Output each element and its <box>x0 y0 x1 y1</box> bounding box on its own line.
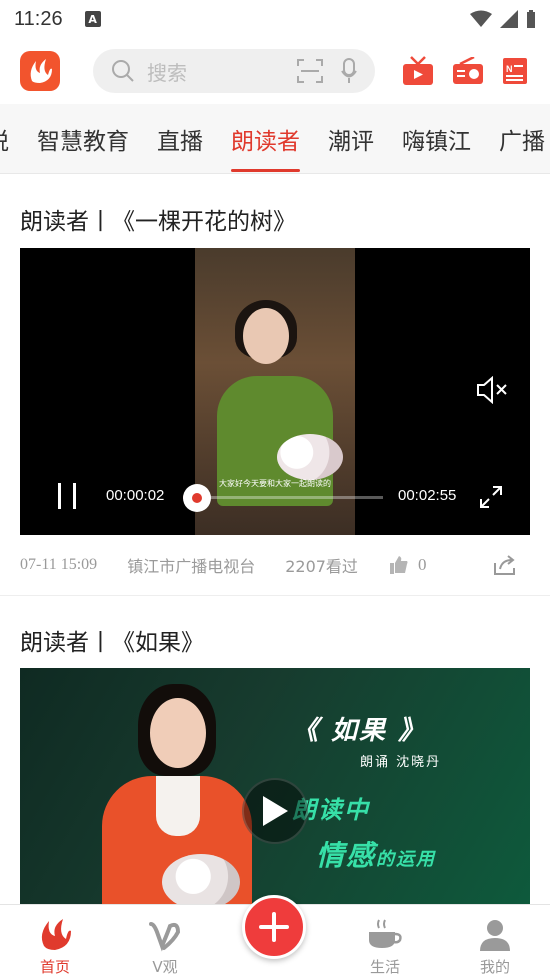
seek-handle[interactable] <box>183 484 211 512</box>
tab-live[interactable]: 直播 <box>157 104 203 173</box>
nav-home-label: 首页 <box>39 958 70 976</box>
notification-icon: A <box>84 11 101 27</box>
user-icon <box>480 920 510 951</box>
coffee-cup-icon <box>369 919 402 948</box>
presenter-collar <box>156 776 200 836</box>
article-meta: 07-11 15:09 镇江市广播电视台 2207看过 0 <box>20 553 530 577</box>
presenter-head <box>243 308 289 364</box>
search-icon <box>112 60 134 82</box>
pause-button[interactable] <box>56 483 78 509</box>
bottom-nav: 首页 V观 生活 我的 <box>0 895 550 979</box>
video-player[interactable]: 大家好今天要和大家一起朗读的 00:00:02 00:02:55 <box>20 248 530 535</box>
status-time: 11:26 <box>14 7 63 30</box>
app-logo[interactable] <box>20 51 60 91</box>
view-count: 2207看过 <box>285 557 358 576</box>
battery-icon <box>527 10 535 28</box>
nav-mine[interactable]: 我的 <box>440 905 550 979</box>
tab-broadcast[interactable]: 广播 <box>499 104 545 173</box>
cover-title: 《 如果 》 <box>292 716 427 746</box>
article-divider <box>0 595 550 596</box>
channel-tab-track: 悦 智慧教育 直播 朗读者 潮评 嗨镇江 广播 <box>0 104 550 173</box>
app-header: 搜索 N <box>0 46 550 96</box>
add-post-button[interactable] <box>242 895 306 959</box>
play-button[interactable] <box>242 778 308 844</box>
video-cover[interactable]: 《 如果 》 朗诵 沈晓丹 朗读中 情感的运用 <box>20 668 530 908</box>
cover-headline-2-small: 的运用 <box>376 849 437 870</box>
nav-life-label: 生活 <box>369 958 400 976</box>
nav-vguan-label: V观 <box>152 958 178 976</box>
thumbs-up-icon <box>389 556 408 574</box>
publish-date: 07-11 15:09 <box>20 556 98 573</box>
flowers <box>277 434 343 480</box>
channel-tab-bar: 悦 智慧教育 直播 朗读者 潮评 嗨镇江 广播 <box>0 104 550 174</box>
nav-life[interactable]: 生活 <box>330 905 440 979</box>
search-placeholder: 搜索 <box>147 60 187 85</box>
header-icons: N <box>402 56 530 86</box>
presenter-head <box>150 698 206 768</box>
status-bar: 11:26 A <box>0 0 550 38</box>
signal-icon <box>500 10 518 28</box>
news-icon[interactable]: N <box>502 57 530 85</box>
search-bar[interactable]: 搜索 <box>93 49 375 93</box>
status-indicators <box>470 10 536 28</box>
fullscreen-icon[interactable] <box>480 486 502 508</box>
scan-icon[interactable] <box>297 59 323 83</box>
cover-reader: 朗诵 沈晓丹 <box>360 755 442 770</box>
v-icon <box>149 922 181 952</box>
tab-commentary[interactable]: 潮评 <box>328 104 374 173</box>
mute-icon[interactable] <box>476 376 508 404</box>
source-name: 镇江市广播电视台 <box>127 557 256 576</box>
play-icon <box>263 796 288 826</box>
total-time: 00:02:55 <box>398 487 457 504</box>
radio-icon[interactable] <box>452 57 484 85</box>
nav-mine-label: 我的 <box>479 958 510 976</box>
video-controls: 00:00:02 00:02:55 <box>20 477 530 517</box>
article-title[interactable]: 朗读者丨《如果》 <box>20 623 204 657</box>
tab-hi-zhenjiang[interactable]: 嗨镇江 <box>402 104 471 173</box>
mic-icon[interactable] <box>341 58 357 84</box>
tab-partial[interactable]: 悦 <box>0 104 9 173</box>
article-title[interactable]: 朗读者丨《一棵开花的树》 <box>20 202 296 236</box>
home-flame-icon <box>41 919 71 950</box>
tab-reader[interactable]: 朗读者 <box>231 104 300 173</box>
cover-headline-2: 情感的运用 <box>316 834 436 874</box>
svg-text:N: N <box>506 64 513 74</box>
current-time: 00:00:02 <box>106 487 165 504</box>
flame-logo-icon <box>30 59 52 83</box>
nav-home[interactable]: 首页 <box>0 905 110 979</box>
tab-smart-education[interactable]: 智慧教育 <box>37 104 129 173</box>
like-count: 0 <box>417 555 427 574</box>
cover-headline-2-main: 情感 <box>316 839 377 872</box>
tv-icon[interactable] <box>402 56 434 86</box>
wifi-icon <box>470 10 492 27</box>
plus-icon <box>259 912 289 942</box>
share-icon[interactable] <box>494 555 516 575</box>
flowers <box>162 854 240 908</box>
like-button[interactable]: 0 <box>389 555 427 575</box>
seek-bar[interactable] <box>183 484 383 512</box>
nav-vguan[interactable]: V观 <box>110 905 220 979</box>
